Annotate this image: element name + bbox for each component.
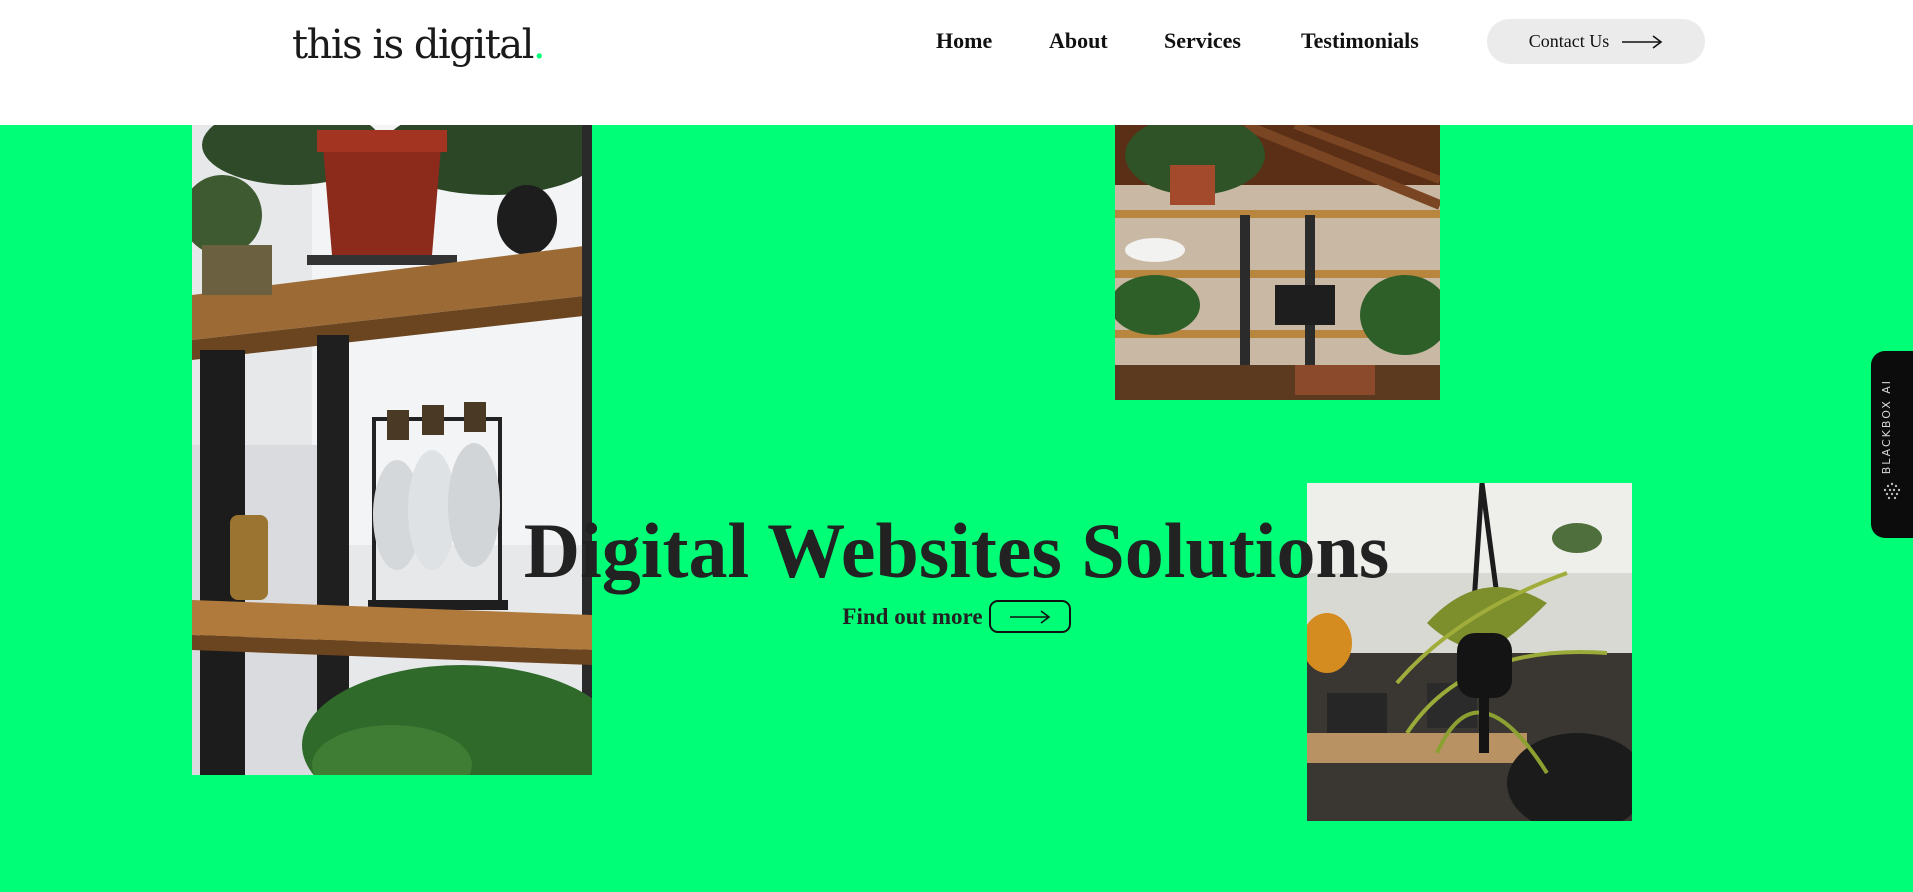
contact-us-button[interactable]: Contact Us [1487,19,1705,64]
blackbox-ai-widget[interactable]: BLACKBOX AI [1871,351,1913,538]
dotted-globe-icon [1882,481,1902,501]
shelf-plants-photo [192,125,592,775]
site-header: this is digital. Home About Services Tes… [0,0,1913,125]
nav-services[interactable]: Services [1164,28,1241,54]
blackbox-ai-label: BLACKBOX AI [1880,379,1893,475]
arrow-right-icon [1621,34,1663,50]
office-interior-photo [1115,125,1440,400]
contact-us-label: Contact Us [1528,31,1610,51]
hero-section: Digital Websites Solutions Find out more [0,125,1913,892]
arrow-right-icon [1009,609,1050,624]
nav-home[interactable]: Home [936,28,992,54]
logo[interactable]: this is digital. [292,22,546,68]
nav-testimonials[interactable]: Testimonials [1301,28,1419,54]
logo-dot: . [532,22,546,68]
logo-text: this is digital [292,22,534,68]
find-out-more-label[interactable]: Find out more [842,604,982,630]
find-out-more-button[interactable] [988,600,1071,633]
hero-title: Digital Websites Solutions [523,507,1390,594]
nav-about[interactable]: About [1049,28,1108,54]
find-out-more: Find out more [0,600,1913,633]
